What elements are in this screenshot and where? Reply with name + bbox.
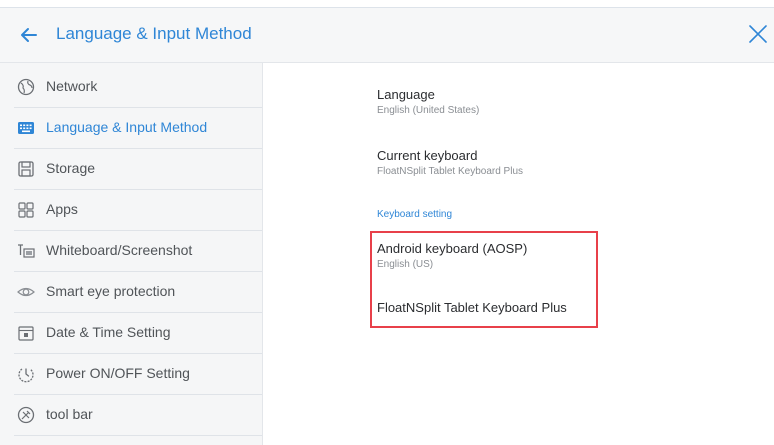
whiteboard-icon — [18, 244, 35, 258]
sidebar-item-label: Smart eye protection — [46, 283, 176, 299]
sidebar-item-date-time[interactable]: Date & Time Setting — [0, 314, 262, 354]
sidebar-item-language-input[interactable]: Language & Input Method — [0, 109, 262, 149]
eye-icon — [17, 287, 35, 297]
language-title: Language — [377, 87, 435, 102]
keyboard-item-title: FloatNSplit Tablet Keyboard Plus — [377, 300, 567, 315]
sidebar-item-apps[interactable]: Apps — [0, 191, 262, 231]
sidebar: Network Language & Input Method Storage — [0, 63, 263, 445]
close-icon[interactable] — [746, 22, 770, 46]
calendar-icon — [18, 326, 34, 341]
divider — [14, 312, 262, 313]
sidebar-item-label: Date & Time Setting — [46, 324, 171, 340]
sidebar-item-label: Whiteboard/Screenshot — [46, 242, 193, 258]
language-value: English (United States) — [377, 105, 480, 116]
sidebar-item-label: Network — [46, 78, 98, 94]
apps-grid-icon — [18, 202, 34, 218]
globe-icon — [17, 78, 35, 96]
page-title: Language & Input Method — [56, 24, 252, 43]
sidebar-item-label: tool bar — [46, 406, 93, 422]
settings-content: Language English (United States) Current… — [263, 63, 774, 445]
sidebar-item-smart-eye-protection[interactable]: Smart eye protection — [0, 273, 262, 313]
divider — [14, 271, 262, 272]
arrow-left-icon[interactable] — [18, 24, 40, 46]
divider — [14, 435, 262, 436]
keyboard-item-title: Android keyboard (AOSP) — [377, 241, 528, 256]
power-icon — [18, 368, 34, 383]
sidebar-item-label: Language & Input Method — [46, 119, 208, 135]
current-keyboard-value: FloatNSplit Tablet Keyboard Plus — [377, 166, 524, 177]
sidebar-item-power[interactable]: Power ON/OFF Setting — [0, 355, 262, 395]
divider — [14, 394, 262, 395]
divider — [14, 230, 262, 231]
sidebar-item-tool-bar[interactable]: tool bar — [0, 396, 262, 436]
sidebar-item-label: Apps — [46, 201, 78, 217]
keyboard-icon — [18, 122, 34, 134]
divider — [14, 189, 262, 190]
divider — [14, 148, 262, 149]
sidebar-item-storage[interactable]: Storage — [0, 150, 262, 190]
sidebar-item-network[interactable]: Network — [0, 68, 262, 108]
top-strip — [0, 0, 774, 8]
keyboard-setting-section-label: Keyboard setting — [377, 209, 453, 220]
divider — [14, 107, 262, 108]
sidebar-item-label: Storage — [46, 160, 96, 176]
current-keyboard-title: Current keyboard — [377, 148, 478, 163]
divider — [14, 353, 262, 354]
header-bar: Language & Input Method — [0, 8, 774, 63]
sidebar-item-whiteboard-screenshot[interactable]: Whiteboard/Screenshot — [0, 232, 262, 272]
keyboard-item-subtitle: English (US) — [377, 259, 434, 270]
sidebar-item-label: Power ON/OFF Setting — [46, 365, 190, 381]
storage-icon — [18, 161, 34, 177]
toolbar-icon — [17, 406, 35, 424]
